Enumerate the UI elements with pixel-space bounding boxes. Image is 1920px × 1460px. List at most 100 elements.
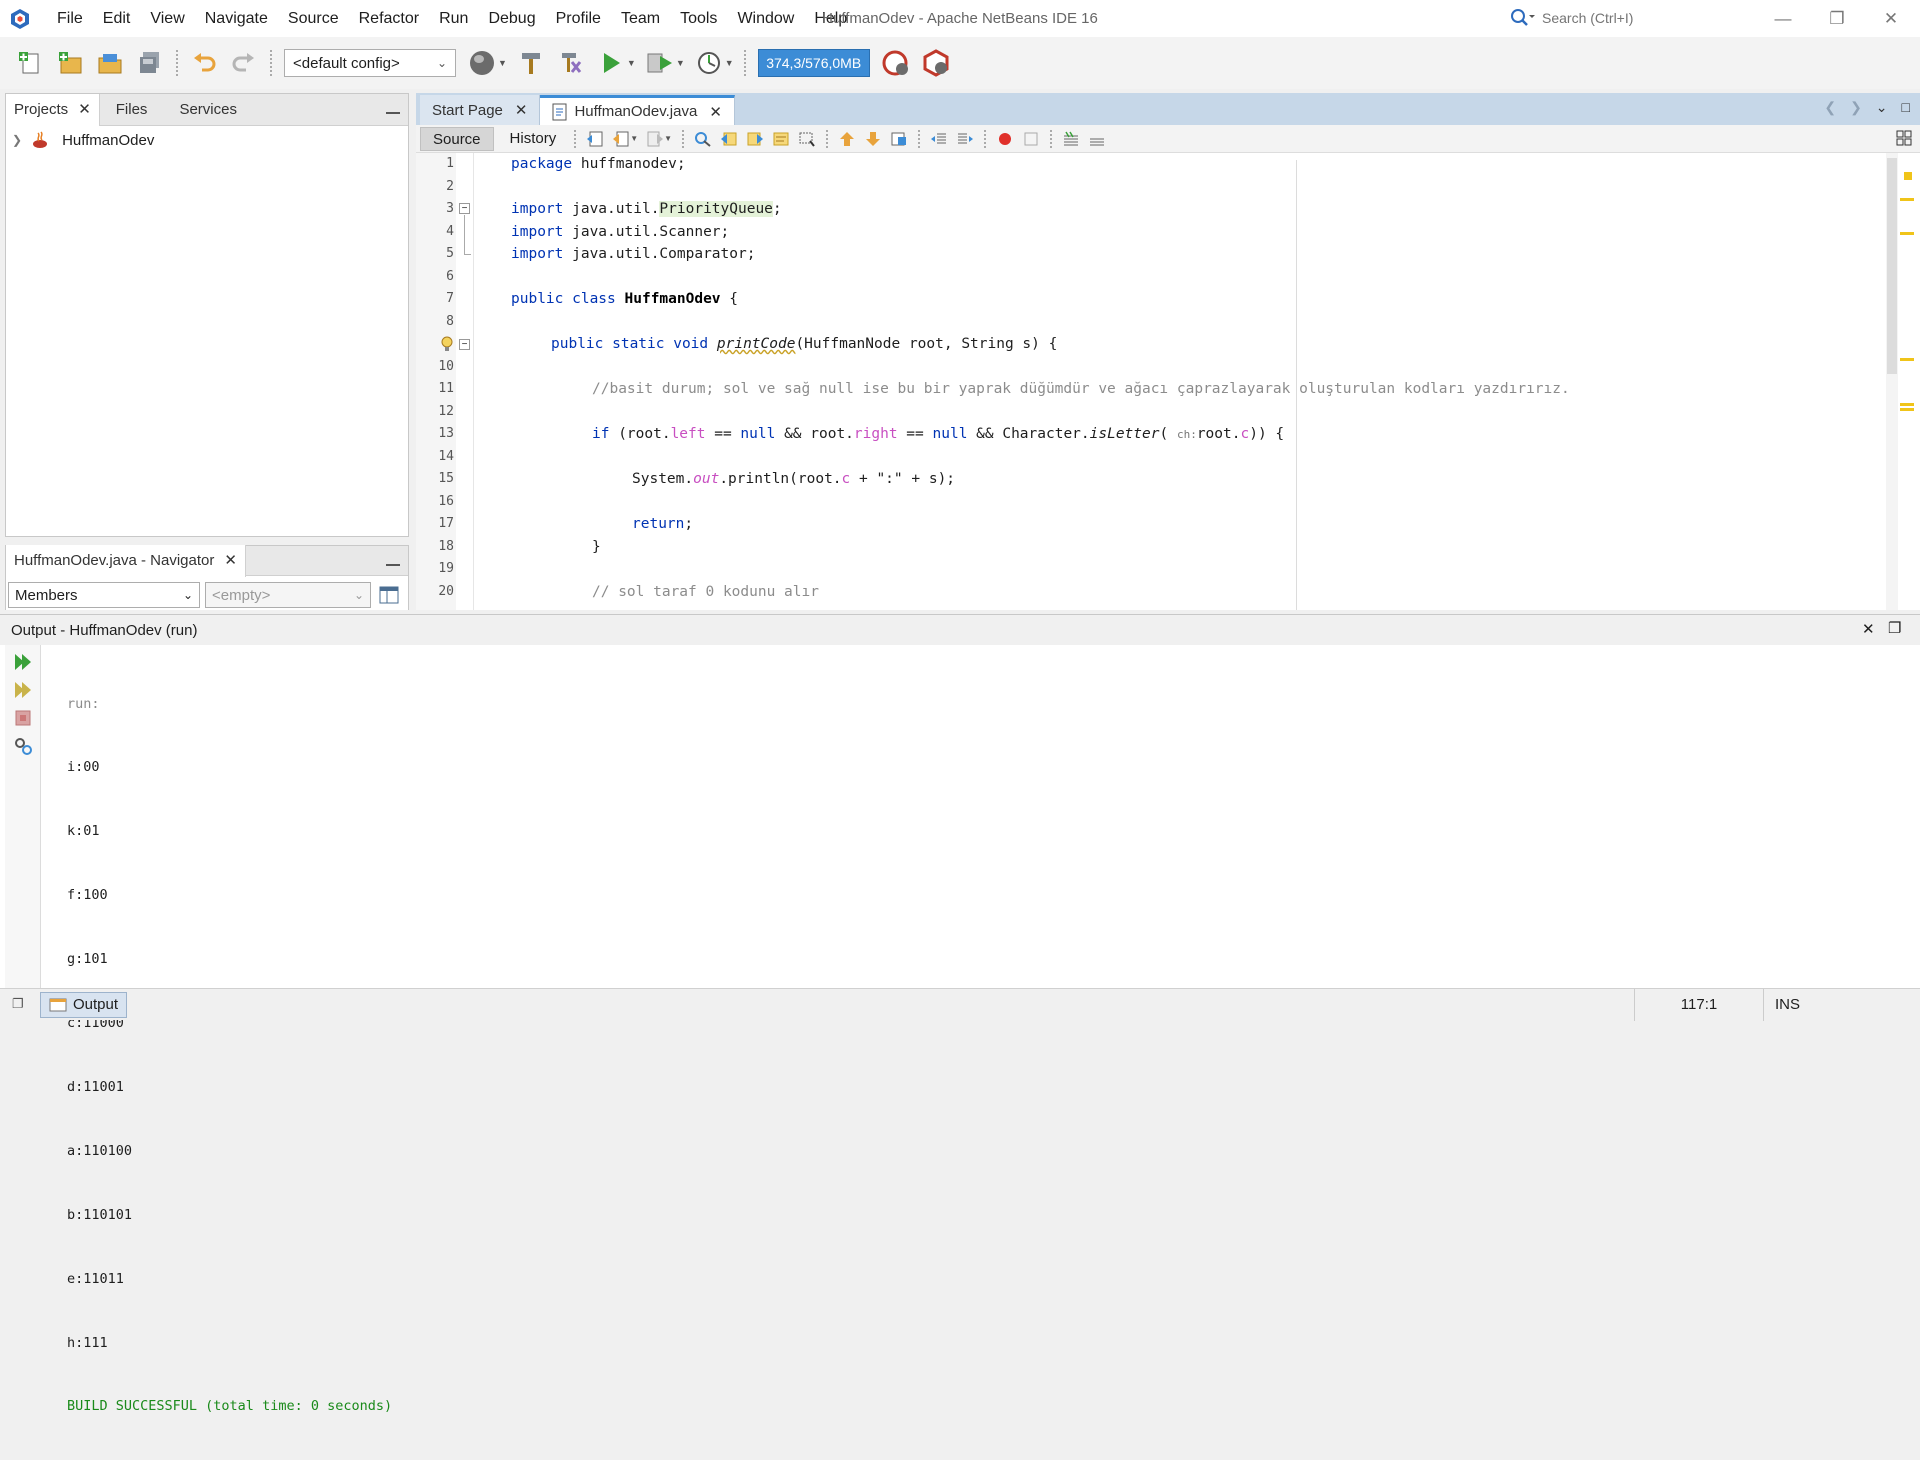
warning-marker[interactable]	[1904, 172, 1912, 180]
navigator-options-button[interactable]	[376, 582, 402, 608]
profile-ide-button[interactable]	[920, 47, 952, 79]
restore-button[interactable]: ❐	[1814, 0, 1860, 37]
profile-project-button[interactable]	[693, 47, 725, 79]
minimize-panel-icon[interactable]	[386, 554, 400, 566]
tab-projects[interactable]: Projects ✕	[6, 93, 100, 126]
restore-panel-icon[interactable]: ❐	[1888, 619, 1901, 637]
undo-button[interactable]	[188, 47, 220, 79]
new-project-button[interactable]	[54, 47, 86, 79]
error-stripe-mark[interactable]	[1900, 358, 1914, 361]
close-icon[interactable]: ✕	[78, 94, 91, 126]
minimize-panel-icon[interactable]	[386, 102, 400, 114]
toggle-highlight-search-button[interactable]	[770, 129, 792, 149]
members-filter-select[interactable]: Members ⌄	[8, 582, 200, 608]
clean-build-button[interactable]	[555, 47, 587, 79]
run-project-button[interactable]	[595, 47, 627, 79]
code-editor[interactable]: package huffmanodev; import java.util.Pr…	[474, 153, 1894, 610]
tab-source[interactable]: Source	[420, 126, 494, 151]
dropdown-arrow-icon[interactable]: ▼	[630, 134, 638, 143]
search-input[interactable]	[1536, 6, 1746, 30]
menu-team[interactable]: Team	[611, 0, 670, 37]
rerun-button[interactable]	[12, 651, 34, 673]
menu-view[interactable]: View	[140, 0, 194, 37]
error-stripe-mark[interactable]	[1900, 408, 1914, 411]
dropdown-arrow-icon[interactable]: ▼	[676, 58, 685, 68]
toggle-rectangular-selection-button[interactable]	[796, 129, 818, 149]
dropdown-arrow-icon[interactable]: ▼	[664, 134, 672, 143]
output-console[interactable]: run: i:00 k:01 f:100 g:101 c:11000 d:110…	[67, 651, 392, 1460]
tree-item-huffmanodev[interactable]: ❯ HuffmanOdev	[6, 128, 408, 152]
fold-collapse-icon[interactable]: −	[459, 203, 470, 214]
debug-project-button[interactable]	[644, 47, 676, 79]
tab-files[interactable]: Files	[100, 94, 164, 126]
tab-navigator[interactable]: HuffmanOdev.java - Navigator ✕	[6, 544, 246, 577]
menu-edit[interactable]: Edit	[93, 0, 141, 37]
split-editor-button[interactable]	[1896, 130, 1912, 150]
gc-button[interactable]	[880, 47, 912, 79]
menu-debug[interactable]: Debug	[478, 0, 545, 37]
close-icon[interactable]: ✕	[709, 103, 722, 121]
stop-macro-recording-button[interactable]	[1020, 129, 1042, 149]
notifications-icon[interactable]: ❐	[12, 996, 24, 1012]
member-selection-select[interactable]: <empty> ⌄	[205, 582, 371, 608]
search-icon[interactable]	[1510, 8, 1536, 28]
close-icon[interactable]: ✕	[515, 101, 528, 119]
find-next-button[interactable]	[744, 129, 766, 149]
stop-button[interactable]	[12, 707, 34, 729]
error-stripe[interactable]	[1898, 153, 1920, 610]
redo-button[interactable]	[228, 47, 260, 79]
caret-position[interactable]: 117:1	[1634, 989, 1764, 1021]
menu-tools[interactable]: Tools	[670, 0, 727, 37]
insert-mode[interactable]: INS	[1775, 989, 1800, 1021]
shift-left-button[interactable]	[928, 129, 950, 149]
show-opened-documents-icon[interactable]: ⌄	[1876, 99, 1888, 116]
error-stripe-mark[interactable]	[1900, 403, 1914, 406]
set-project-browser-button[interactable]	[466, 47, 498, 79]
dropdown-arrow-icon[interactable]: ▼	[627, 58, 636, 68]
previous-bookmark-button[interactable]	[836, 129, 858, 149]
memory-usage-indicator[interactable]: 374,3/576,0MB	[757, 49, 870, 77]
build-button[interactable]	[515, 47, 547, 79]
next-bookmark-button[interactable]	[862, 129, 884, 149]
dropdown-arrow-icon[interactable]: ▼	[725, 58, 734, 68]
fold-collapse-icon[interactable]: −	[459, 339, 470, 350]
dropdown-arrow-icon[interactable]: ▼	[498, 58, 507, 68]
close-icon[interactable]: ✕	[224, 545, 237, 577]
menu-help[interactable]: Help	[804, 0, 857, 37]
menu-window[interactable]: Window	[727, 0, 804, 37]
menu-refactor[interactable]: Refactor	[349, 0, 429, 37]
open-project-button[interactable]	[94, 47, 126, 79]
menu-navigate[interactable]: Navigate	[195, 0, 278, 37]
editor-scrollbar-thumb[interactable]	[1887, 158, 1897, 374]
menu-run[interactable]: Run	[429, 0, 478, 37]
save-all-button[interactable]	[134, 47, 166, 79]
error-stripe-mark[interactable]	[1900, 198, 1914, 201]
back-button[interactable]	[610, 129, 632, 149]
close-icon[interactable]: ✕	[1862, 620, 1875, 638]
error-stripe-mark[interactable]	[1900, 232, 1914, 235]
forward-button[interactable]	[644, 129, 666, 149]
find-previous-button[interactable]	[718, 129, 740, 149]
menu-file[interactable]: File	[47, 0, 93, 37]
config-select[interactable]: <default config> ⌄	[284, 49, 456, 77]
chevron-right-icon[interactable]: ❯	[12, 133, 22, 147]
line-number-gutter[interactable]: 1 2 3 4 5 6 7 8 10 11 12 13 14 15 16 17 …	[416, 153, 456, 610]
toggle-bookmark-button[interactable]	[888, 129, 910, 149]
maximize-window-icon[interactable]: □	[1902, 99, 1910, 116]
hint-bulb-icon[interactable]	[440, 336, 454, 352]
tab-start-page[interactable]: Start Page ✕	[420, 95, 541, 125]
scroll-right-icon[interactable]: ❯	[1850, 99, 1862, 116]
new-file-button[interactable]	[14, 47, 46, 79]
minimize-button[interactable]: —	[1760, 0, 1806, 37]
tab-services[interactable]: Services	[163, 94, 245, 126]
scroll-left-icon[interactable]: ❮	[1824, 99, 1836, 116]
status-output-tab[interactable]: Output	[40, 991, 128, 1018]
menu-profile[interactable]: Profile	[546, 0, 611, 37]
comment-button[interactable]	[1060, 129, 1082, 149]
settings-button[interactable]	[12, 735, 34, 757]
rerun-with-options-button[interactable]	[12, 679, 34, 701]
tab-huffmanodev-java[interactable]: HuffmanOdev.java ✕	[540, 95, 735, 125]
shift-right-button[interactable]	[954, 129, 976, 149]
tab-history[interactable]: History	[498, 127, 569, 151]
start-macro-recording-button[interactable]	[994, 129, 1016, 149]
